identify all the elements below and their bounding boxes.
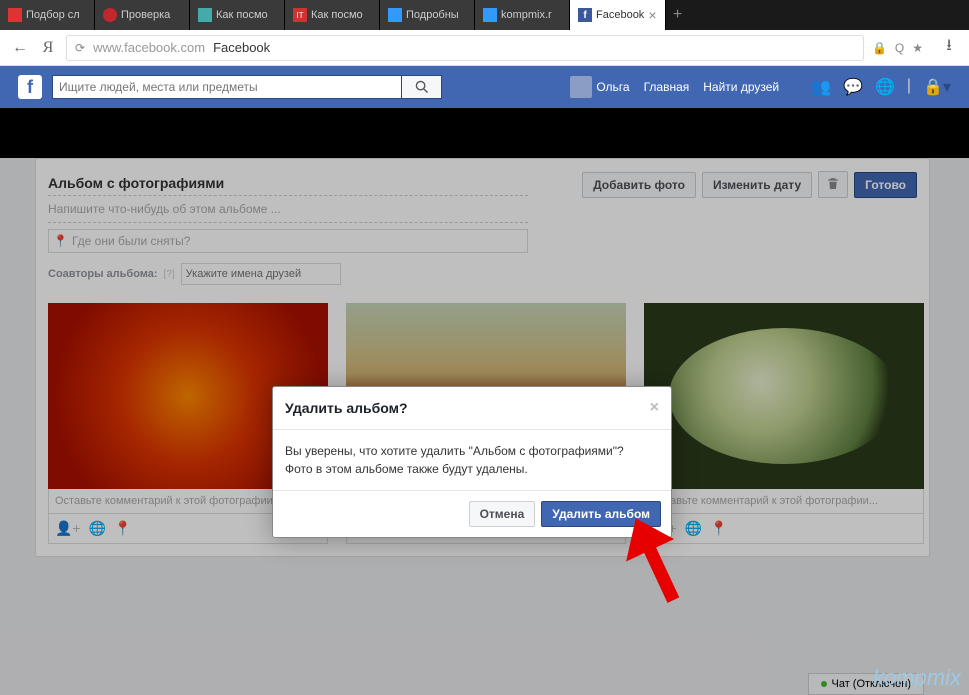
watermark: kompmix <box>873 665 961 691</box>
album-description-input[interactable]: Напишите что-нибудь об этом альбоме ... <box>48 196 528 223</box>
album-location-input[interactable]: 📍 Где они были сняты? <box>48 229 528 253</box>
browser-tab-3[interactable]: Как посмо <box>190 0 285 30</box>
location-icon[interactable]: 📍 <box>114 520 131 537</box>
download-icon[interactable]: ⭳ <box>939 38 959 58</box>
url-field[interactable]: ⟳ www.facebook.com Facebook <box>66 35 864 61</box>
header-nav: Ольга Главная Найти друзей 👥 💬 🌐 | 🔒▾ <box>570 76 951 98</box>
facebook-header: f Ольга Главная Найти друзей 👥 💬 🌐 | 🔒▾ <box>0 66 969 108</box>
browser-tab-2[interactable]: Проверка <box>95 0 190 30</box>
content-area: Напишите что-нибудь об этом альбоме ... … <box>0 158 969 695</box>
avatar <box>570 76 592 98</box>
nav-home[interactable]: Главная <box>644 80 690 94</box>
coauthors-input[interactable] <box>181 263 341 285</box>
search-icon <box>415 80 429 94</box>
browser-tab-4[interactable]: ITКак посмо <box>285 0 380 30</box>
add-photo-button[interactable]: Добавить фото <box>582 172 696 198</box>
lock-icon[interactable]: 🔒 <box>872 41 887 55</box>
address-bar: ← Я ⟳ www.facebook.com Facebook 🔒 Q ★ ⭳ <box>0 30 969 66</box>
album-title-input[interactable] <box>48 171 528 196</box>
photo-comment-input[interactable]: Оставьте комментарий к этой фотографии..… <box>644 489 924 514</box>
change-date-button[interactable]: Изменить дату <box>702 172 812 198</box>
facebook-logo[interactable]: f <box>18 75 42 99</box>
browser-tab-5[interactable]: Подробны <box>380 0 475 30</box>
url-host: www.facebook.com <box>93 40 205 55</box>
privacy-icon[interactable]: 🔒▾ <box>923 77 951 97</box>
confirm-delete-button[interactable]: Удалить альбом <box>541 501 661 527</box>
browser-tab-1[interactable]: Подбор сл <box>0 0 95 30</box>
profile-link[interactable]: Ольга <box>570 76 629 98</box>
done-button[interactable]: Готово <box>854 172 917 198</box>
photo-thumbnail[interactable] <box>644 303 924 489</box>
browser-tab-active[interactable]: fFacebook× <box>570 0 666 30</box>
browser-tab-6[interactable]: kompmix.r <box>475 0 570 30</box>
cancel-button[interactable]: Отмена <box>469 501 536 527</box>
status-dot-icon <box>821 681 827 687</box>
photo-card: Оставьте комментарий к этой фотографии..… <box>644 303 924 544</box>
tab-label: Facebook <box>596 9 644 21</box>
url-title: Facebook <box>213 40 270 55</box>
new-tab-button[interactable]: + <box>666 0 690 30</box>
delete-album-button[interactable] <box>818 171 848 198</box>
user-name: Ольга <box>596 80 629 94</box>
friends-icon[interactable]: 👥 <box>811 77 831 97</box>
search-container <box>52 75 442 99</box>
dialog-message-line1: Вы уверены, что хотите удалить "Альбом с… <box>285 442 659 460</box>
reload-icon[interactable]: ⟳ <box>75 41 85 55</box>
delete-album-dialog: Удалить альбом? × Вы уверены, что хотите… <box>272 386 672 538</box>
search-input[interactable] <box>52 75 402 99</box>
tab-label: Подбор сл <box>26 9 80 21</box>
dialog-title: Удалить альбом? <box>285 400 408 416</box>
close-icon[interactable]: × <box>648 7 656 23</box>
help-icon[interactable]: [?] <box>164 269 175 280</box>
search-button[interactable] <box>402 75 442 99</box>
yandex-button[interactable]: Я <box>38 38 58 58</box>
tab-label: Как посмо <box>216 9 268 21</box>
tab-label: Подробны <box>406 9 459 21</box>
tag-icon[interactable]: 👤+ <box>55 520 81 537</box>
tab-label: kompmix.r <box>501 9 552 21</box>
nav-find-friends[interactable]: Найти друзей <box>703 80 779 94</box>
location-icon: 📍 <box>53 234 68 248</box>
notifications-icon[interactable]: 🌐 <box>875 77 895 97</box>
magnet-icon[interactable]: Q <box>895 41 904 55</box>
messages-icon[interactable]: 💬 <box>843 77 863 97</box>
trash-icon <box>827 177 839 189</box>
star-icon[interactable]: ★ <box>912 41 923 55</box>
date-icon[interactable]: 🌐 <box>685 520 702 537</box>
browser-tab-strip: Подбор сл Проверка Как посмо ITКак посмо… <box>0 0 969 30</box>
date-icon[interactable]: 🌐 <box>89 520 106 537</box>
tab-label: Проверка <box>121 9 170 21</box>
coauthors-label: Соавторы альбома: <box>48 268 158 280</box>
location-icon[interactable]: 📍 <box>710 520 727 537</box>
dialog-message-line2: Фото в этом альбоме также будут удалены. <box>285 460 659 478</box>
back-button[interactable]: ← <box>10 38 30 58</box>
close-icon[interactable]: × <box>650 399 659 417</box>
tab-label: Как посмо <box>311 9 363 21</box>
